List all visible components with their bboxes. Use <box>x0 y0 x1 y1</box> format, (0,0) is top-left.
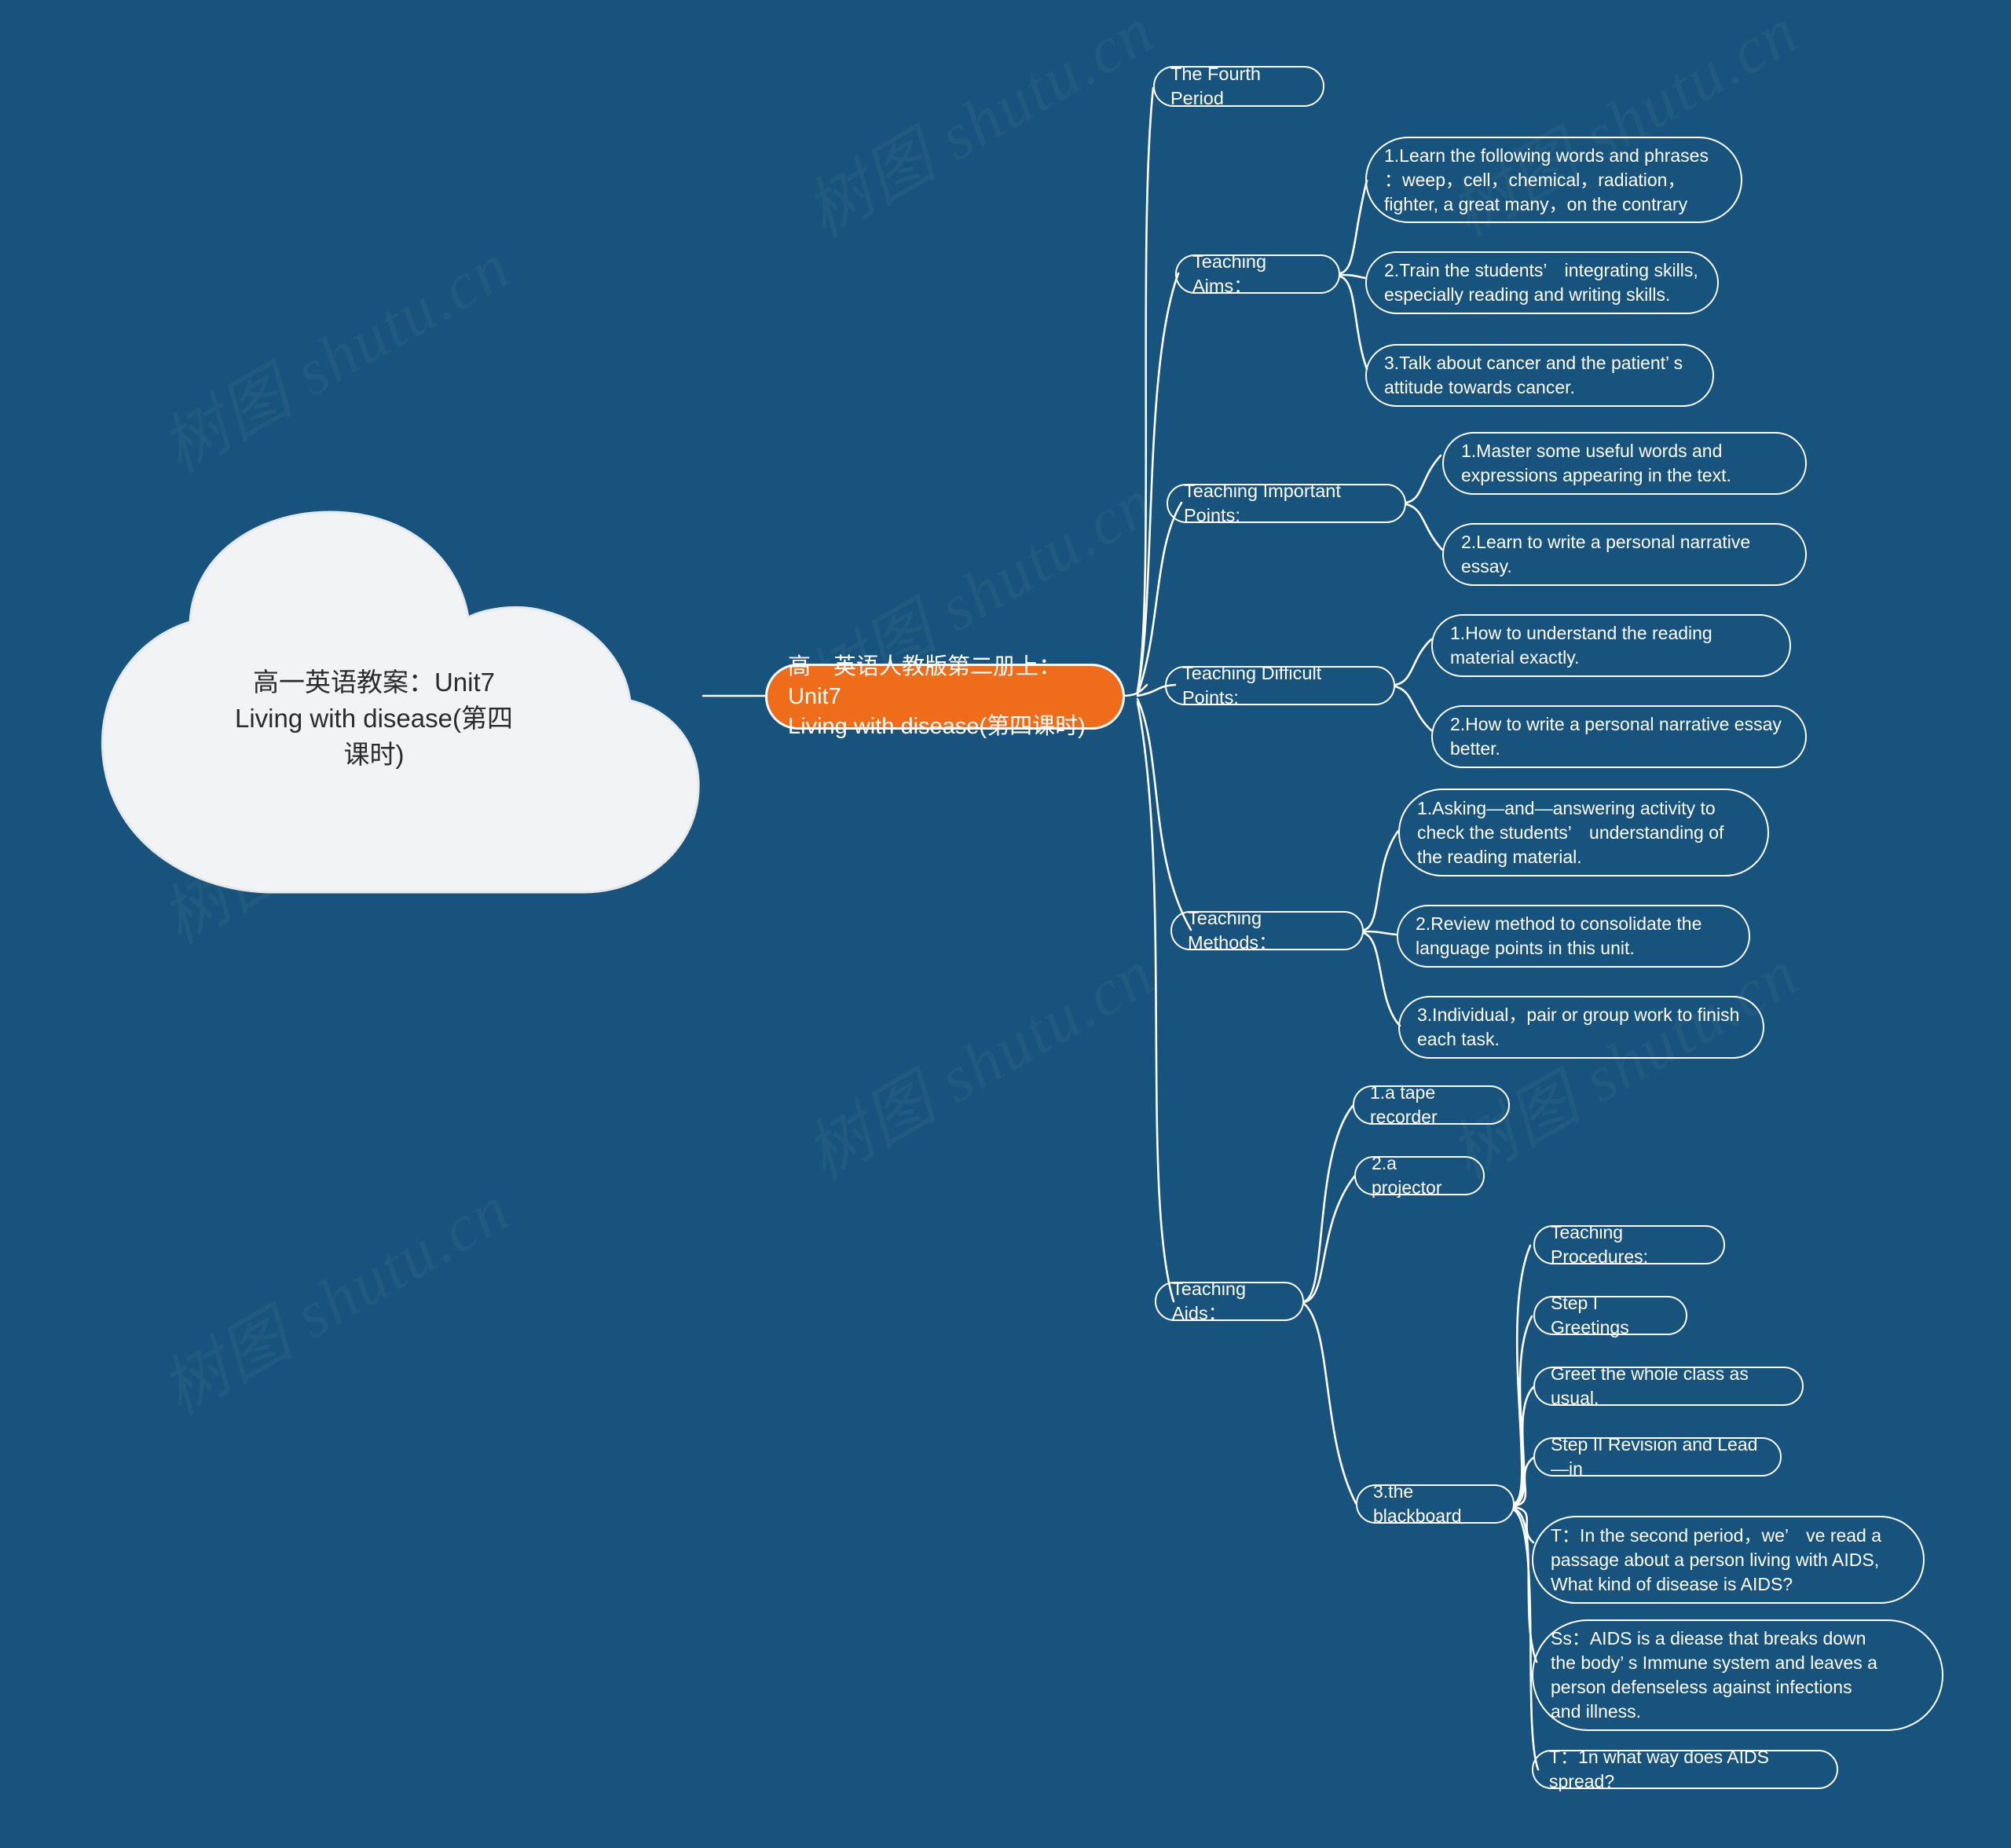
node-teacher-line-2[interactable]: T：1n what way does AIDS spread? <box>1532 1747 1838 1791</box>
node-label: 1.Asking—and—answering activity to check… <box>1417 797 1724 867</box>
watermark: 树图 shutu.cn <box>141 214 525 490</box>
node-important-points-child-1[interactable]: 1.Master some useful words and expressio… <box>1442 432 1807 495</box>
node-teacher-line-1[interactable]: T：In the second period，we’ ve read a pas… <box>1532 1516 1925 1604</box>
node-label: Step I Greetings <box>1551 1293 1629 1338</box>
node-teaching-procedures[interactable]: Teaching Procedures: <box>1533 1222 1725 1267</box>
node-label: 1.How to understand the reading material… <box>1450 623 1712 668</box>
watermark: 树图 shutu.cn <box>786 921 1169 1197</box>
node-label: 2.Review method to consolidate the langu… <box>1416 913 1702 958</box>
node-label: Greet the whole class as usual. <box>1551 1363 1749 1408</box>
node-teaching-aims-child-3[interactable]: 3.Talk about cancer and the patient’ s a… <box>1365 344 1714 407</box>
node-label: 2.Learn to write a personal narrative es… <box>1461 532 1751 576</box>
root-node[interactable]: 高一英语人教版第二册上：Unit7 Living with disease(第四… <box>765 654 1125 739</box>
node-teaching-aids-child-3[interactable]: 3.the blackboard <box>1356 1481 1515 1526</box>
node-label: 1.a tape recorder <box>1370 1082 1438 1127</box>
node-teaching-aids-child-1[interactable]: 1.a tape recorder <box>1353 1082 1510 1127</box>
node-difficult-points-child-2[interactable]: 2.How to write a personal narrative essa… <box>1431 705 1807 768</box>
node-label: Teaching Difficult Points: <box>1182 663 1322 708</box>
node-teaching-methods[interactable]: Teaching Methods： <box>1170 908 1364 953</box>
node-label: Teaching Important Points: <box>1184 481 1341 525</box>
cloud-root-node[interactable]: 高一英语教案：Unit7 Living with disease(第四 课时) <box>75 507 713 900</box>
node-teaching-aims-child-1[interactable]: 1.Learn the following words and phrases … <box>1365 137 1742 223</box>
watermark: 树图 shutu.cn <box>141 1157 525 1433</box>
node-difficult-points-child-1[interactable]: 1.How to understand the reading material… <box>1431 614 1791 677</box>
node-label: 2.a projector <box>1372 1153 1442 1198</box>
mindmap-canvas: 树图 shutu.cn 树图 shutu.cn 树图 shutu.cn 树图 s… <box>0 0 2011 1848</box>
node-label: 3.Individual，pair or group work to finis… <box>1417 1005 1740 1049</box>
node-label: 2.How to write a personal narrative essa… <box>1450 714 1782 759</box>
node-label: T：In the second period，we’ ve read a pas… <box>1551 1524 1882 1594</box>
node-label: 1.Master some useful words and expressio… <box>1461 441 1731 485</box>
node-teaching-methods-child-1[interactable]: 1.Asking—and—answering activity to check… <box>1398 789 1769 876</box>
node-label: Teaching Aids： <box>1172 1279 1247 1323</box>
node-label: Teaching Procedures: <box>1551 1222 1649 1267</box>
node-students-line[interactable]: Ss：AIDS is a diease that breaks down the… <box>1532 1619 1943 1731</box>
node-important-points-child-2[interactable]: 2.Learn to write a personal narrative es… <box>1442 523 1807 586</box>
node-teaching-methods-child-2[interactable]: 2.Review method to consolidate the langu… <box>1397 905 1750 968</box>
node-label: 1.Learn the following words and phrases … <box>1384 145 1709 214</box>
node-teaching-aims-child-2[interactable]: 2.Train the students’ integrating skills… <box>1365 251 1719 314</box>
node-teaching-aids[interactable]: Teaching Aids： <box>1155 1279 1304 1323</box>
node-label: The Fourth Period <box>1170 64 1261 108</box>
root-node-label: 高一英语人教版第二册上：Unit7 Living with disease(第四… <box>788 654 1086 739</box>
node-greet-whole-class[interactable]: Greet the whole class as usual. <box>1533 1363 1804 1408</box>
node-label: Teaching Methods： <box>1188 908 1277 953</box>
node-teaching-difficult-points[interactable]: Teaching Difficult Points: <box>1165 663 1395 708</box>
node-step-2-revision-lead-in[interactable]: Step II Revision and Lead—in <box>1533 1434 1782 1479</box>
node-label: Ss：AIDS is a diease that breaks down the… <box>1551 1628 1877 1722</box>
node-teaching-methods-child-3[interactable]: 3.Individual，pair or group work to finis… <box>1398 996 1764 1059</box>
node-label: 3.the blackboard <box>1373 1481 1462 1526</box>
node-label: T：1n what way does AIDS spread? <box>1549 1747 1769 1791</box>
node-teaching-important-points[interactable]: Teaching Important Points: <box>1167 481 1406 525</box>
cloud-root-label: 高一英语教案：Unit7 Living with disease(第四 课时) <box>235 668 513 769</box>
node-teaching-aids-child-2[interactable]: 2.a projector <box>1354 1153 1485 1198</box>
node-label: 3.Talk about cancer and the patient’ s a… <box>1384 353 1683 397</box>
node-label: Step II Revision and Lead—in <box>1551 1434 1758 1479</box>
node-step-1-greetings[interactable]: Step I Greetings <box>1533 1293 1687 1338</box>
node-the-fourth-period[interactable]: The Fourth Period <box>1153 64 1324 108</box>
node-label: Teaching Aims： <box>1192 251 1267 296</box>
node-label: 2.Train the students’ integrating skills… <box>1384 260 1698 305</box>
node-teaching-aims[interactable]: Teaching Aims： <box>1175 251 1340 296</box>
watermark: 树图 shutu.cn <box>786 0 1169 255</box>
